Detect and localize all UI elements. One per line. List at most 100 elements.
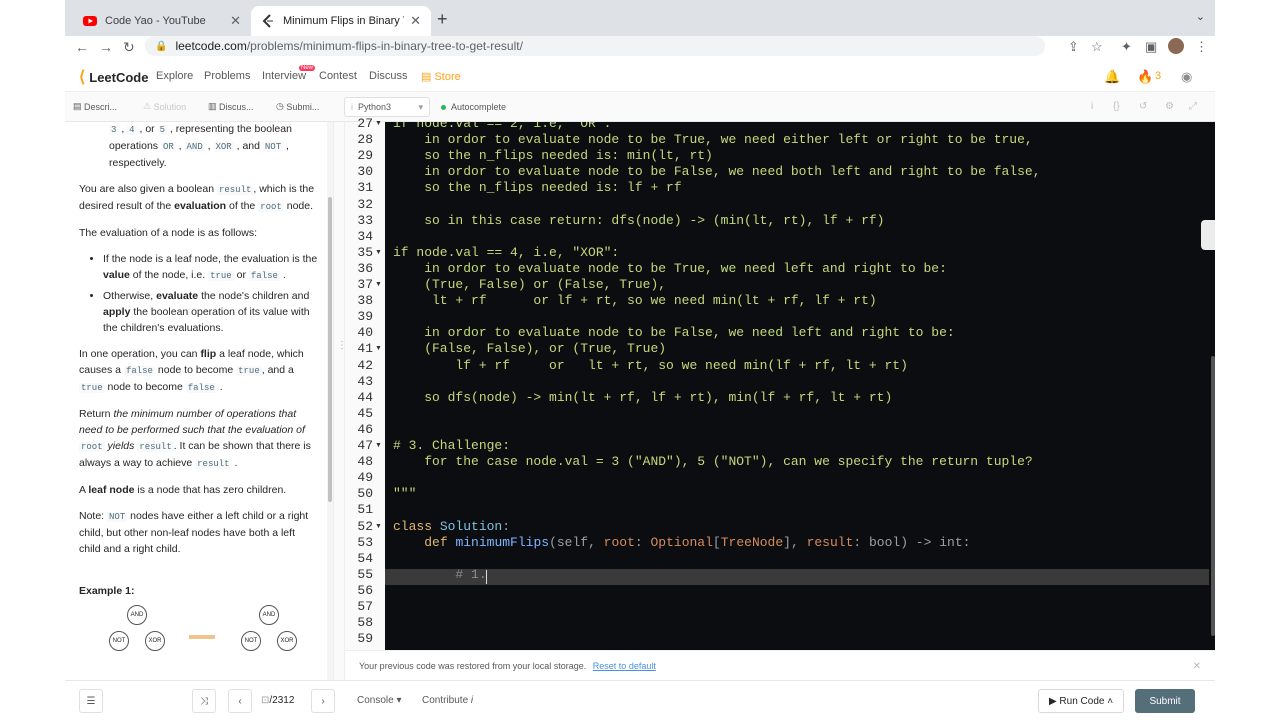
type-name: TreeNode <box>720 534 784 550</box>
tab-solution[interactable]: ⚠ Solution <box>143 101 186 112</box>
forward-icon[interactable]: → <box>99 39 113 55</box>
fold-arrow-icon[interactable]: ▼ <box>375 345 382 352</box>
run-code-button[interactable]: ▶ Run Code ˄ <box>1038 689 1124 713</box>
back-icon[interactable]: ← <box>75 39 89 55</box>
autocomplete-toggle[interactable]: Autocomplete <box>441 102 506 112</box>
store-icon: ▤ <box>421 71 435 83</box>
fold-arrow-icon[interactable]: ▼ <box>375 120 382 127</box>
shuffle-button[interactable]: ⤨ <box>192 689 216 713</box>
fullscreen-icon[interactable]: ⤢ <box>1189 101 1197 112</box>
console-toggle[interactable]: Console ▾ <box>357 695 402 706</box>
problem-description: 3 , 4 , or 5 , representing the boolean … <box>65 122 333 680</box>
language-select[interactable]: i Python3 ▾ <box>344 97 430 117</box>
leetcode-logo[interactable]: ⟨ LeetCode <box>79 67 148 87</box>
code-token: result <box>195 459 232 469</box>
close-tab-icon[interactable]: ✕ <box>230 13 241 29</box>
tab-description[interactable]: ▤ Descri... <box>73 101 117 112</box>
chevron-right-icon: › <box>321 695 325 707</box>
nav-discuss[interactable]: Discuss <box>369 70 408 82</box>
autocomplete-label: Autocomplete <box>451 102 507 112</box>
code-line: so in this case return: dfs(node) -> (mi… <box>393 212 885 228</box>
line-number: 40 <box>357 325 373 341</box>
code-token: result <box>216 185 254 195</box>
fold-arrow-icon[interactable]: ▼ <box>375 281 382 288</box>
tab-discuss[interactable]: ▥ Discus... <box>208 101 254 112</box>
close-tab-icon[interactable]: ✕ <box>410 13 421 29</box>
prev-problem-button[interactable]: ‹ <box>228 689 252 713</box>
ops-paragraph: 3 , 4 , or 5 , representing the boolean … <box>109 123 292 169</box>
problem-subtabs: ▤ Descri... ⚠ Solution ▥ Discus... ◷ Sub… <box>65 92 1215 122</box>
user-avatar-icon[interactable]: ◉ <box>1181 69 1192 85</box>
tab-submissions[interactable]: ◷ Submi... <box>276 101 319 112</box>
close-icon[interactable]: ✕ <box>1193 661 1201 672</box>
logo-text: LeetCode <box>89 69 149 85</box>
nav-explore[interactable]: Explore <box>156 70 193 82</box>
line-number: 48 <box>357 454 373 470</box>
reset-icon[interactable]: ↺ <box>1139 101 1147 112</box>
reset-to-default-link[interactable]: Reset to default <box>593 661 656 671</box>
code-token: true <box>79 383 105 393</box>
settings-icon[interactable]: ⚙ <box>1165 101 1174 112</box>
nav-store[interactable]: ▤ Store <box>421 70 461 83</box>
text: Return <box>79 408 111 420</box>
tab-youtube[interactable]: Code Yao - YouTube ✕ <box>73 6 251 36</box>
line-number: 36 <box>357 260 373 276</box>
drag-handle-icon[interactable]: ⋮ <box>337 340 347 351</box>
code-line: """ <box>393 486 417 502</box>
status-dot-icon <box>441 105 446 110</box>
code-line: if node.val == 2, i.e, "OR": <box>393 122 612 131</box>
code-token: true <box>236 366 262 376</box>
side-drawer-tab[interactable] <box>1201 220 1215 250</box>
bold-text: evaluation <box>174 200 227 212</box>
reload-icon[interactable]: ↻ <box>123 39 135 56</box>
line-number: 33 <box>357 212 373 228</box>
line-number: 28 <box>357 132 373 148</box>
line-number: 41 <box>357 341 373 357</box>
submit-button[interactable]: Submit <box>1135 689 1195 713</box>
italic-text: the minimum number of operations that ne… <box>79 408 305 436</box>
code-line: in ordor to evaluate node to be True, we… <box>393 260 947 276</box>
nav-contest[interactable]: Contest <box>319 70 357 82</box>
panel-splitter[interactable]: ⋮ <box>333 122 347 680</box>
line-number: 30 <box>357 164 373 180</box>
braces-icon[interactable]: {} <box>1113 101 1120 112</box>
punct: : <box>853 534 869 550</box>
line-number: 55 <box>357 566 373 582</box>
nav-interview[interactable]: Interview <box>262 70 306 82</box>
punct: ], <box>783 534 807 550</box>
example-tree-image: AND NOT XOR AND NOT XOR <box>79 605 319 653</box>
share-icon[interactable]: ⇪ <box>1068 39 1079 55</box>
line-number: 46 <box>357 421 373 437</box>
code-editor[interactable]: 27 ▼ 28 29 30 31 32 33 34 35 ▼ 36 37 ▼ 38 39 40 41 ▼ 42 43 44… <box>345 116 1215 650</box>
youtube-icon <box>83 16 97 26</box>
bookmark-star-icon[interactable]: ☆ <box>1091 39 1103 55</box>
url-field[interactable]: 🔒 leetcode.com/problems/minimum-flips-in… <box>145 36 1045 56</box>
notification-bell-icon[interactable]: 🔔 <box>1104 69 1120 85</box>
contribute-link[interactable]: Contribute i <box>422 695 473 706</box>
more-menu-icon[interactable]: ⋮ <box>1195 39 1208 55</box>
bold-text: apply <box>103 306 131 318</box>
chevron-down-icon[interactable]: ⌄ <box>1196 10 1205 23</box>
param-name: root <box>603 534 635 550</box>
sidepanel-icon[interactable]: ▣ <box>1145 39 1157 55</box>
problem-pager[interactable]: ⊡/2312 <box>261 695 294 706</box>
editor-scrollbar[interactable] <box>1211 356 1215 636</box>
next-problem-button[interactable]: › <box>311 689 335 713</box>
fold-arrow-icon[interactable]: ▼ <box>375 523 382 530</box>
extensions-icon[interactable]: ✦ <box>1121 39 1132 55</box>
profile-avatar[interactable] <box>1168 38 1184 54</box>
problem-list-button[interactable]: ☰ <box>79 689 103 713</box>
fold-arrow-icon[interactable]: ▼ <box>375 249 382 256</box>
tab-leetcode[interactable]: Minimum Flips in Binary Tree to ✕ <box>251 6 431 36</box>
nav-problems[interactable]: Problems <box>204 70 250 82</box>
bold-text: evaluate <box>156 290 199 302</box>
code-area[interactable]: if node.val == 2, i.e, "OR": in ordor to… <box>385 122 1215 650</box>
scrollbar-thumb[interactable] <box>328 197 332 502</box>
code-line: def minimumFlips(self, root: Optional[Tr… <box>393 535 970 550</box>
tree-node: AND <box>259 605 279 625</box>
fold-arrow-icon[interactable]: ▼ <box>375 442 382 449</box>
info-icon[interactable]: i <box>1091 101 1093 112</box>
new-tab-icon[interactable]: + <box>437 9 448 30</box>
